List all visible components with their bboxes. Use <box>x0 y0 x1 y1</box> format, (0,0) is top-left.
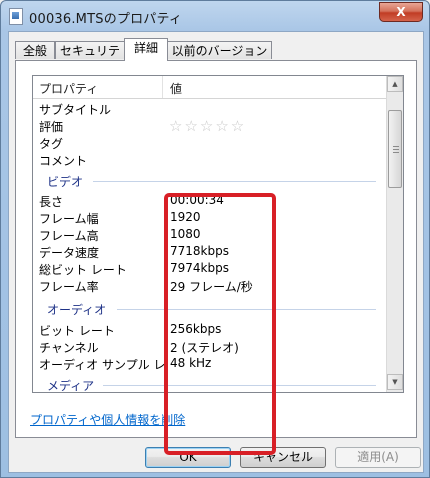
scroll-down-arrow-icon[interactable]: ▼ <box>387 374 403 390</box>
title-bar[interactable]: 00036.MTSのプロパティ X <box>1 1 429 31</box>
list-header: プロパティ 値 <box>33 76 386 99</box>
apply-button[interactable]: 適用(A) <box>335 447 421 468</box>
property-key: オーディオ サンプル レート <box>39 358 167 372</box>
list-row[interactable]: サブタイトル <box>33 100 386 117</box>
property-key: 評価 <box>39 120 64 134</box>
property-key: サブタイトル <box>39 103 112 117</box>
scroll-up-arrow-icon[interactable]: ▲ <box>387 76 403 92</box>
red-highlight-box <box>164 193 276 455</box>
group-header-video: ビデオ <box>33 172 386 189</box>
tab-security[interactable]: セキュリティ <box>55 41 125 76</box>
group-divider <box>93 181 376 182</box>
close-button[interactable]: X <box>379 2 423 22</box>
property-key: フレーム幅 <box>39 212 99 226</box>
group-label: オーディオ <box>47 303 107 317</box>
grip-line <box>393 146 399 147</box>
rating-stars[interactable]: ☆☆☆☆☆ <box>169 117 246 135</box>
grip-line <box>393 149 399 150</box>
property-key: 長さ <box>39 195 64 209</box>
tab-general[interactable]: 全般 <box>15 41 55 59</box>
list-row[interactable]: コメント <box>33 151 386 168</box>
remove-properties-link[interactable]: プロパティや個人情報を削除 <box>30 411 185 428</box>
property-key: タグ <box>39 137 64 151</box>
property-key: フレーム率 <box>39 280 99 294</box>
column-header-property[interactable]: プロパティ <box>39 80 98 97</box>
group-label: ビデオ <box>47 175 84 189</box>
property-key: コメント <box>39 154 88 168</box>
details-panel: プロパティ 値 サブタイトル 評価 ☆☆☆☆☆ タグ コメント ビデオ 長さ 0… <box>15 60 417 455</box>
vertical-scrollbar[interactable]: ▲ ▼ <box>386 76 403 392</box>
column-header-value[interactable]: 値 <box>170 80 182 97</box>
file-icon <box>9 8 23 25</box>
property-key: データ速度 <box>39 246 100 260</box>
dialog-client: 全般 セキュリティ 詳細 以前のバージョン プロパティ 値 サブタイトル 評価 … <box>8 31 424 473</box>
scroll-thumb[interactable] <box>388 110 402 188</box>
property-key: フレーム高 <box>39 229 99 243</box>
column-divider[interactable] <box>162 76 163 98</box>
tab-previous-versions[interactable]: 以前のバージョン <box>167 41 272 59</box>
property-key: チャンネル <box>39 341 99 355</box>
property-key: ビット レート <box>39 324 115 338</box>
list-row[interactable]: タグ <box>33 134 386 151</box>
grip-line <box>393 152 399 153</box>
window-title: 00036.MTSのプロパティ <box>29 12 183 27</box>
property-key: 総ビット レート <box>39 263 127 277</box>
tab-details[interactable]: 詳細 <box>124 38 168 61</box>
group-label: メディア <box>47 379 95 393</box>
properties-window: 00036.MTSのプロパティ X 全般 セキュリティ 詳細 以前のバージョン … <box>0 0 430 478</box>
list-row[interactable]: 評価 ☆☆☆☆☆ <box>33 117 386 135</box>
